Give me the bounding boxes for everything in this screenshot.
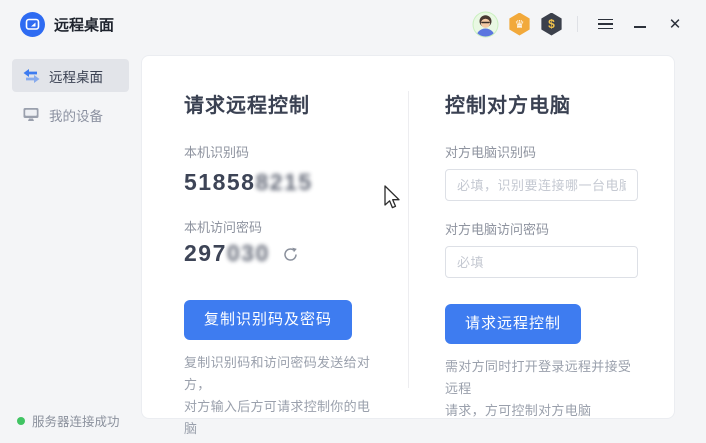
refresh-icon xyxy=(283,247,298,262)
hamburger-icon xyxy=(598,19,613,30)
local-password-masked: 030 xyxy=(227,240,270,266)
dollar-badge-icon[interactable]: $ xyxy=(540,13,563,36)
control-peer-panel: 控制对方电脑 对方电脑识别码 对方电脑访问密码 请求远程控制 需对方同时打开登录… xyxy=(409,56,676,418)
swap-arrows-icon xyxy=(23,68,40,83)
crown-badge-icon[interactable]: ♛ xyxy=(508,13,531,36)
titlebar: 远程桌面 ♛ $ ✕ xyxy=(0,0,706,48)
request-hint-line1: 需对方同时打开登录远程并接受远程 xyxy=(445,359,631,396)
app-logo-icon xyxy=(20,12,45,37)
user-avatar[interactable] xyxy=(472,11,499,38)
local-password-label: 本机访问密码 xyxy=(184,217,379,236)
sidebar-item-remote-desktop[interactable]: 远程桌面 xyxy=(12,59,129,92)
close-button[interactable]: ✕ xyxy=(662,11,688,37)
request-control-panel: 请求远程控制 本机识别码 518588215 本机访问密码 297030 复制识… xyxy=(142,56,409,418)
copy-id-password-button[interactable]: 复制识别码及密码 xyxy=(184,300,352,340)
menu-button[interactable] xyxy=(592,11,618,37)
server-status: 服务器连接成功 xyxy=(17,411,120,430)
peer-id-input[interactable] xyxy=(445,169,638,201)
peer-id-label: 对方电脑识别码 xyxy=(445,142,638,161)
sidebar: 远程桌面 我的设备 服务器连接成功 xyxy=(0,48,141,443)
sidebar-item-label: 我的设备 xyxy=(49,105,103,125)
minimize-icon xyxy=(634,26,646,28)
server-status-text: 服务器连接成功 xyxy=(32,411,120,430)
titlebar-divider xyxy=(577,16,578,32)
panel-title: 请求远程控制 xyxy=(184,89,379,118)
sidebar-item-label: 远程桌面 xyxy=(49,66,103,86)
close-icon: ✕ xyxy=(669,17,682,32)
copy-hint-line2: 对方输入后方可请求控制你的电脑 xyxy=(184,399,370,436)
local-id-label: 本机识别码 xyxy=(184,142,379,161)
main-card: 请求远程控制 本机识别码 518588215 本机访问密码 297030 复制识… xyxy=(141,55,675,419)
status-dot-icon xyxy=(17,417,25,425)
request-hint-text: 需对方同时打开登录远程并接受远程 请求，方可控制对方电脑 xyxy=(445,356,638,422)
window-title: 远程桌面 xyxy=(54,14,114,35)
request-hint-line2: 请求，方可控制对方电脑 xyxy=(445,403,591,418)
minimize-button[interactable] xyxy=(627,11,653,37)
request-remote-control-button[interactable]: 请求远程控制 xyxy=(445,304,581,344)
monitor-icon xyxy=(23,107,40,122)
copy-hint-text: 复制识别码和访问密码发送给对方， 对方输入后方可请求控制你的电脑 xyxy=(184,352,379,440)
peer-password-input[interactable] xyxy=(445,246,638,278)
local-id-value: 518588215 xyxy=(184,167,379,197)
panel-title: 控制对方电脑 xyxy=(445,89,638,118)
peer-password-label: 对方电脑访问密码 xyxy=(445,219,638,238)
local-id-visible: 51858 xyxy=(184,169,255,195)
local-password-value: 297030 xyxy=(184,238,270,268)
copy-hint-line1: 复制识别码和访问密码发送给对方， xyxy=(184,355,370,392)
local-password-visible: 297 xyxy=(184,240,227,266)
local-id-masked: 8215 xyxy=(255,169,312,195)
refresh-password-button[interactable] xyxy=(283,247,298,262)
sidebar-item-my-devices[interactable]: 我的设备 xyxy=(12,98,129,131)
